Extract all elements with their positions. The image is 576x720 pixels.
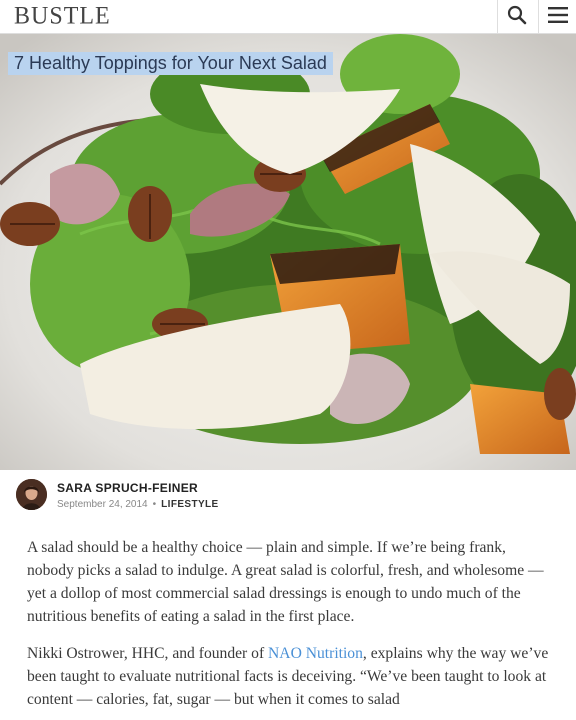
paragraph-2: Nikki Ostrower, HHC, and founder of NAO … [27,642,555,711]
nao-nutrition-link[interactable]: NAO Nutrition [268,645,363,662]
article-body: A salad should be a healthy choice — pla… [27,536,555,720]
author-avatar[interactable] [16,479,47,510]
search-button[interactable] [497,0,535,34]
category-link[interactable]: LIFESTYLE [161,499,219,510]
top-nav-bar: BUSTLE [0,0,576,34]
publish-date: September 24, 2014 [57,499,148,510]
menu-button[interactable] [538,0,576,34]
article-meta: September 24, 2014 • LIFESTYLE [57,499,219,510]
menu-icon [547,6,568,29]
site-logo[interactable]: BUSTLE [14,2,111,30]
paragraph-1: A salad should be a healthy choice — pla… [27,539,544,625]
author-name[interactable]: SARA SPRUCH-FEINER [57,481,198,495]
byline: SARA SPRUCH-FEINER September 24, 2014 • LI… [0,470,576,530]
search-icon [507,5,527,30]
meta-separator: • [152,499,157,510]
hero-image [0,34,576,470]
article-headline[interactable]: 7 Healthy Toppings for Your Next Salad [8,52,333,75]
paragraph-2-text-start: Nikki Ostrower, HHC, and founder of [27,645,269,662]
